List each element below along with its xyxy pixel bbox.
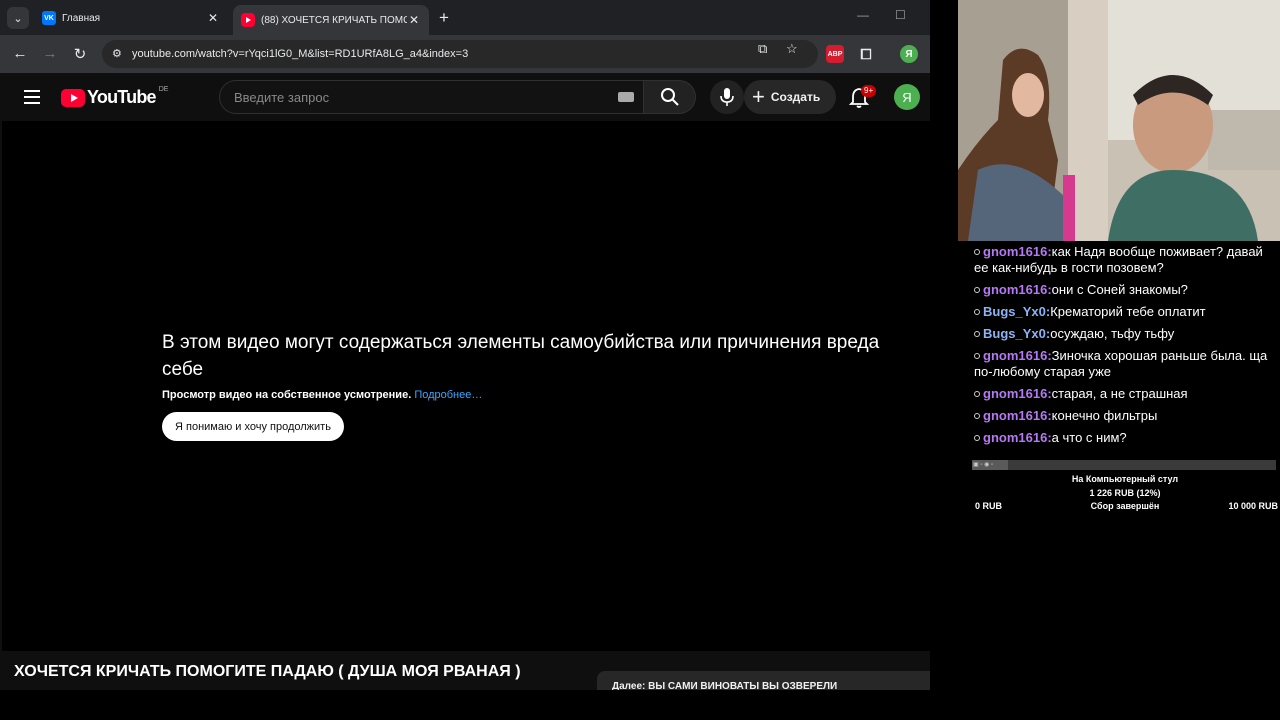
search-placeholder: Введите запрос	[234, 89, 330, 105]
url-text: youtube.com/watch?v=rYqci1lG0_M&list=RD1…	[132, 48, 469, 60]
chat-message: gnom1616:они с Соней знакомы?	[972, 282, 1272, 298]
chat-message: Bugs_Yx0:осуждаю, тьфу тьфу	[972, 326, 1272, 342]
video-info: ХОЧЕТСЯ КРИЧАТЬ ПОМОГИТЕ ПАДАЮ ( ДУША МО…	[0, 651, 930, 690]
keyboard-icon[interactable]	[618, 92, 634, 102]
install-app-icon[interactable]: ⧉	[758, 41, 767, 57]
chat-bullet-icon	[974, 330, 980, 337]
site-info-icon[interactable]: ⚙	[112, 47, 126, 61]
chat-text: конечно фильтры	[1051, 408, 1158, 423]
chat-username: gnom1616	[983, 282, 1048, 297]
chat-bullet-icon	[974, 248, 980, 255]
chat-bullet-icon	[974, 412, 980, 419]
chat-username: gnom1616	[983, 348, 1048, 363]
url-field[interactable]: ⚙ youtube.com/watch?v=rYqci1lG0_M&list=R…	[102, 40, 818, 68]
chat-username: Bugs_Yx0	[983, 304, 1046, 319]
tab-search-icon[interactable]: ⌄	[7, 7, 29, 29]
adblock-extension-icon[interactable]: ABP	[826, 45, 844, 63]
forward-icon[interactable]: →	[41, 45, 59, 62]
youtube-header: YouTube DE Введите запрос + Создать 9+ Я	[0, 73, 930, 121]
notifications-badge: 9+	[861, 85, 877, 97]
plus-icon: +	[752, 84, 765, 109]
chat-username: gnom1616	[983, 244, 1048, 259]
chat-bullet-icon	[974, 352, 980, 359]
voice-search-button[interactable]	[710, 80, 744, 114]
tab-youtube[interactable]: (88) ХОЧЕТСЯ КРИЧАТЬ ПОМОГИТЕ ПАДАЮ ✕	[233, 5, 429, 35]
reload-icon[interactable]: ↻	[71, 45, 89, 63]
goal-max: 10 000 RUB	[1228, 501, 1278, 511]
continue-button[interactable]: Я понимаю и хочу продолжить	[162, 412, 344, 441]
donation-progress-bar	[972, 460, 1276, 470]
chat-bullet-icon	[974, 308, 980, 315]
search-input[interactable]: Введите запрос	[219, 80, 644, 114]
chat-message: gnom1616:Зиночка хорошая раньше была. ща…	[974, 348, 1268, 379]
content-warning-text: Просмотр видео на собственное усмотрение…	[162, 389, 412, 401]
content-warning-subtitle: Просмотр видео на собственное усмотрение…	[162, 389, 482, 401]
chat-text: осуждаю, тьфу тьфу	[1050, 326, 1175, 341]
learn-more-link[interactable]: Подробнее…	[414, 389, 482, 401]
create-button[interactable]: + Создать	[744, 80, 836, 114]
chat-text: старая, а не страшная	[1051, 386, 1188, 401]
address-bar: ← → ↻ ⚙ youtube.com/watch?v=rYqci1lG0_M&…	[0, 35, 930, 73]
stream-chat: gnom1616:как Надя вообще поживает? давай…	[972, 244, 1272, 452]
tab-vk[interactable]: VK Главная ✕	[34, 5, 228, 31]
chat-bullet-icon	[974, 286, 980, 293]
chat-bullet-icon	[974, 434, 980, 441]
search-icon	[660, 88, 679, 106]
bookmark-star-icon[interactable]: ☆	[786, 41, 798, 57]
chat-text: они с Соней знакомы?	[1051, 282, 1188, 297]
youtube-wordmark: YouTube	[87, 87, 157, 107]
account-avatar[interactable]: Я	[894, 84, 920, 110]
microphone-icon	[720, 88, 734, 106]
goal-amount: 1 226 RUB (12%)	[1089, 488, 1161, 498]
chat-message: gnom1616:как Надя вообще поживает? давай…	[974, 244, 1263, 275]
search-button[interactable]	[644, 80, 696, 114]
progress-bar-icons: ▣ ▫ ◉ ▫	[973, 462, 994, 468]
playlist-next-card[interactable]: Далее: ВЫ САМИ ВИНОВАТЫ ВЫ ОЗВЕРЕЛИ	[597, 671, 930, 690]
chat-username: gnom1616	[983, 408, 1048, 423]
tab-title: (88) ХОЧЕТСЯ КРИЧАТЬ ПОМОГИТЕ ПАДАЮ	[261, 14, 407, 26]
chat-username: gnom1616	[983, 430, 1048, 445]
extensions-icon[interactable]: ⧠	[857, 45, 875, 63]
browser-profile-avatar[interactable]: Я	[900, 45, 918, 63]
tab-title: Главная	[62, 12, 101, 24]
region-code: DE	[158, 86, 169, 93]
webcam-image	[958, 0, 1280, 241]
chat-username: gnom1616	[983, 386, 1048, 401]
tab-strip: ⌄ VK Главная ✕ (88) ХОЧЕТСЯ КРИЧАТЬ ПОМО…	[0, 0, 930, 35]
chat-message: Bugs_Yx0:Крематорий тебе оплатит	[972, 304, 1272, 320]
maximize-icon[interactable]: ☐	[895, 8, 906, 22]
chat-message: gnom1616:а что с ним?	[972, 430, 1272, 446]
youtube-icon	[241, 13, 255, 27]
youtube-logo[interactable]: YouTube DE	[61, 86, 169, 108]
create-label: Создать	[770, 90, 821, 104]
chat-message: gnom1616:старая, а не страшная	[972, 386, 1272, 402]
back-icon[interactable]: ←	[11, 45, 29, 62]
close-icon[interactable]: ✕	[407, 13, 421, 27]
chat-text: Крематорий тебе оплатит	[1050, 304, 1206, 319]
webcam-feed	[958, 0, 1280, 241]
video-player[interactable]: В этом видео могут содержаться элементы …	[2, 121, 930, 651]
minimize-icon[interactable]: —	[857, 8, 869, 22]
menu-icon[interactable]	[24, 90, 40, 104]
content-warning-title: В этом видео могут содержаться элементы …	[162, 332, 880, 380]
goal-title: На Компьютерный стул	[1071, 474, 1179, 484]
close-icon[interactable]: ✕	[206, 11, 220, 25]
chat-bullet-icon	[974, 390, 980, 397]
new-tab-button[interactable]: +	[436, 8, 452, 28]
browser-window: ⌄ VK Главная ✕ (88) ХОЧЕТСЯ КРИЧАТЬ ПОМО…	[0, 0, 930, 690]
chat-message: gnom1616:конечно фильтры	[972, 408, 1272, 424]
chat-text: а что с ним?	[1051, 430, 1127, 445]
chat-username: Bugs_Yx0	[983, 326, 1046, 341]
youtube-play-icon	[61, 88, 85, 107]
vk-icon: VK	[42, 11, 56, 25]
video-title: ХОЧЕТСЯ КРИЧАТЬ ПОМОГИТЕ ПАДАЮ ( ДУША МО…	[14, 663, 521, 680]
